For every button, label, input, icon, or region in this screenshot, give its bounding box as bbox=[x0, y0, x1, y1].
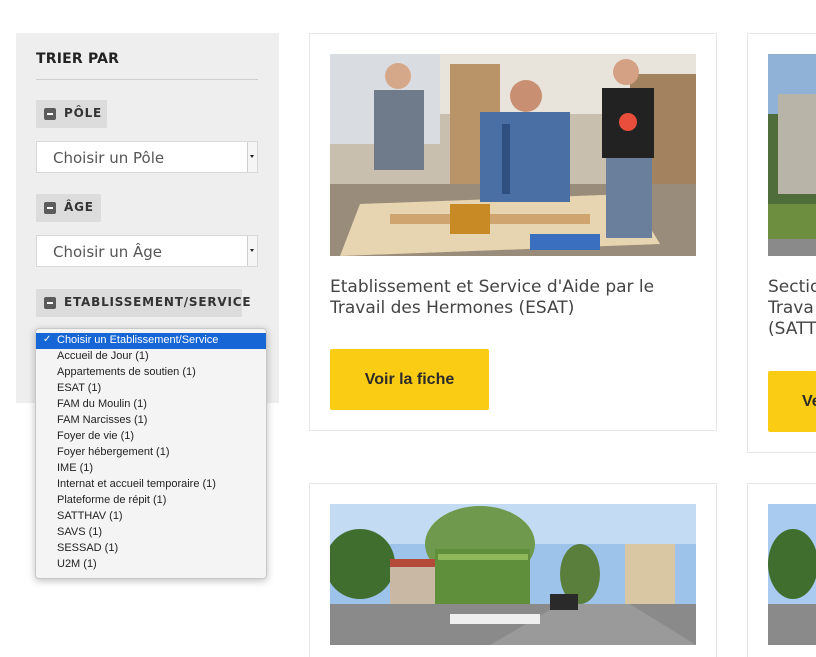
select-arrow-icon bbox=[247, 142, 257, 172]
select-arrow-icon bbox=[247, 236, 257, 266]
pole-select-value: Choisir un Pôle bbox=[53, 149, 165, 167]
etablissement-card bbox=[309, 483, 717, 657]
option-label: IME (1) bbox=[57, 462, 94, 474]
card-title-line: Sectio bbox=[768, 277, 816, 297]
card-photo-workshop[interactable] bbox=[330, 54, 696, 256]
option-label: U2M (1) bbox=[57, 558, 97, 570]
card-title-line: (SATTI bbox=[768, 319, 816, 339]
etablissement-card: Etablissement et Service d'Aide par le T… bbox=[309, 33, 717, 431]
card-photo-building[interactable] bbox=[768, 54, 816, 256]
filter-label-etablissement: ETABLISSEMENT/SERVICE bbox=[64, 295, 252, 309]
voir-la-fiche-button[interactable]: Ve bbox=[768, 371, 816, 432]
card-photo-residence[interactable] bbox=[768, 504, 816, 645]
dropdown-option[interactable]: Appartements de soutien (1) bbox=[36, 365, 266, 381]
etablissement-card bbox=[747, 483, 816, 657]
sidebar-divider bbox=[36, 79, 258, 80]
dropdown-option[interactable]: Foyer de vie (1) bbox=[36, 429, 266, 445]
dropdown-option[interactable]: U2M (1) bbox=[36, 557, 266, 573]
option-label: FAM Narcisses (1) bbox=[57, 414, 148, 426]
dropdown-option[interactable]: SATTHAV (1) bbox=[36, 509, 266, 525]
filter-label-age: ÂGE bbox=[64, 200, 94, 214]
option-label: Foyer hébergement (1) bbox=[57, 446, 170, 458]
card-title: Sectio Trava (SATTI bbox=[768, 277, 816, 340]
collapse-minus-icon bbox=[44, 108, 56, 120]
option-label: FAM du Moulin (1) bbox=[57, 398, 147, 410]
option-label: Internat et accueil temporaire (1) bbox=[57, 478, 216, 490]
age-select[interactable]: Choisir un Âge bbox=[36, 235, 258, 267]
card-title: Etablissement et Service d'Aide par le T… bbox=[330, 277, 700, 319]
dropdown-option[interactable]: Accueil de Jour (1) bbox=[36, 349, 266, 365]
etablissement-dropdown-list[interactable]: ✓ Choisir un Etablissement/Service Accue… bbox=[35, 328, 267, 579]
card-photo-residence[interactable] bbox=[330, 504, 696, 645]
dropdown-option[interactable]: FAM Narcisses (1) bbox=[36, 413, 266, 429]
dropdown-option[interactable]: ESAT (1) bbox=[36, 381, 266, 397]
sidebar-title: TRIER PAR bbox=[36, 51, 120, 67]
collapse-minus-icon bbox=[44, 297, 56, 309]
voir-la-fiche-button[interactable]: Voir la fiche bbox=[330, 349, 489, 410]
dropdown-option[interactable]: Foyer hébergement (1) bbox=[36, 445, 266, 461]
card-title-line: Etablissement et Service d'Aide par le bbox=[330, 277, 655, 297]
dropdown-option-selected[interactable]: ✓ Choisir un Etablissement/Service bbox=[36, 333, 266, 349]
dropdown-option[interactable]: IME (1) bbox=[36, 461, 266, 477]
checkmark-icon: ✓ bbox=[43, 334, 52, 345]
filter-label-pole: PÔLE bbox=[64, 106, 103, 120]
option-label: Plateforme de répit (1) bbox=[57, 494, 167, 506]
dropdown-option[interactable]: SESSAD (1) bbox=[36, 541, 266, 557]
age-select-value: Choisir un Âge bbox=[53, 243, 163, 261]
dropdown-option[interactable]: Internat et accueil temporaire (1) bbox=[36, 477, 266, 493]
filter-toggle-etablissement[interactable]: ETABLISSEMENT/SERVICE bbox=[36, 289, 251, 317]
card-title-line: Travail des Hermones (ESAT) bbox=[330, 298, 575, 318]
option-label: ESAT (1) bbox=[57, 382, 102, 394]
pole-select[interactable]: Choisir un Pôle bbox=[36, 141, 258, 173]
filter-toggle-age[interactable]: ÂGE bbox=[36, 194, 101, 222]
dropdown-option[interactable]: SAVS (1) bbox=[36, 525, 266, 541]
etablissement-card: Sectio Trava (SATTI Ve bbox=[747, 33, 816, 453]
filter-toggle-pole[interactable]: PÔLE bbox=[36, 100, 107, 128]
card-title-line: Trava bbox=[768, 298, 814, 318]
option-label: Appartements de soutien (1) bbox=[57, 366, 196, 378]
option-label: SAVS (1) bbox=[57, 526, 103, 538]
option-label: Foyer de vie (1) bbox=[57, 430, 135, 442]
option-label: SESSAD (1) bbox=[57, 542, 119, 554]
option-label: Choisir un Etablissement/Service bbox=[57, 334, 219, 346]
dropdown-option[interactable]: Plateforme de répit (1) bbox=[36, 493, 266, 509]
dropdown-option[interactable]: FAM du Moulin (1) bbox=[36, 397, 266, 413]
option-label: Accueil de Jour (1) bbox=[57, 350, 149, 362]
option-label: SATTHAV (1) bbox=[57, 510, 123, 522]
collapse-minus-icon bbox=[44, 202, 56, 214]
